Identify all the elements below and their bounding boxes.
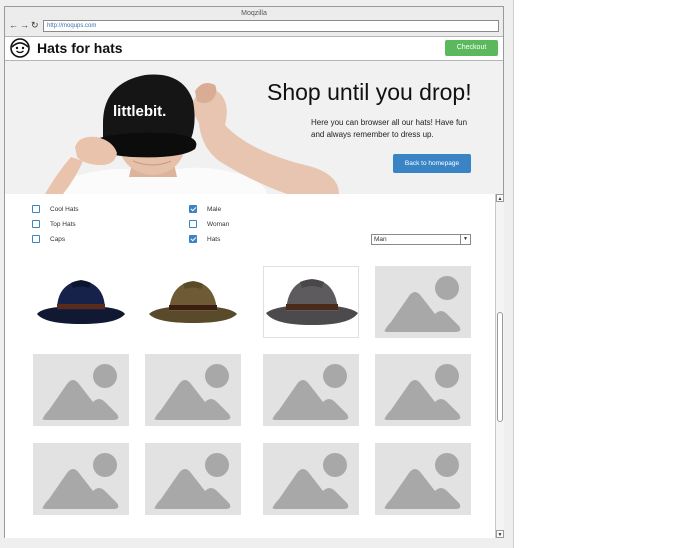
- scroll-up-icon[interactable]: ▲: [496, 194, 504, 202]
- image-placeholder-icon: [384, 453, 461, 509]
- chevron-down-icon[interactable]: ▼: [460, 235, 470, 244]
- image-placeholder-icon: [42, 453, 119, 509]
- gray-fedora-image: [266, 279, 358, 325]
- filter-label: Male: [207, 206, 222, 213]
- filter-label: Caps: [50, 236, 66, 243]
- product-tile-placeholder[interactable]: [375, 443, 471, 515]
- image-placeholder-icon: [154, 453, 231, 509]
- product-area: Cool Hats Top Hats Caps Male Woman Hats: [5, 194, 503, 538]
- product-tile-placeholder[interactable]: [263, 354, 359, 426]
- image-placeholder-icon: [42, 364, 119, 420]
- back-to-homepage-button[interactable]: Back to homepage: [393, 154, 471, 173]
- product-tile-placeholder[interactable]: [145, 354, 241, 426]
- hero-banner: littlebit. Shop until you drop! Here you…: [5, 61, 503, 194]
- image-placeholder-icon: [272, 453, 349, 509]
- app-frame: Moqzilla ← → ↻ http://moqups.com Hats fo…: [0, 0, 514, 548]
- image-placeholder-icon: [384, 364, 461, 420]
- product-tile-gray-fedora[interactable]: [263, 266, 359, 338]
- product-tile-placeholder[interactable]: [33, 354, 129, 426]
- vertical-scrollbar[interactable]: ▲ ▼: [495, 194, 504, 538]
- site-header: Hats for hats Checkout: [5, 37, 503, 61]
- select-value: Man: [374, 236, 387, 243]
- scroll-down-icon[interactable]: ▼: [496, 530, 504, 538]
- forward-arrow-icon[interactable]: →: [20, 20, 29, 30]
- filter-label: Woman: [207, 221, 230, 228]
- product-tile-placeholder[interactable]: [33, 443, 129, 515]
- face-icon[interactable]: [10, 38, 30, 58]
- browser-window: Moqzilla ← → ↻ http://moqups.com Hats fo…: [4, 6, 504, 538]
- product-tile-placeholder[interactable]: [145, 443, 241, 515]
- checkbox[interactable]: [32, 220, 40, 228]
- product-tile-brown-fedora[interactable]: [145, 266, 241, 338]
- image-placeholder-icon: [384, 276, 461, 332]
- filter-label: Hats: [207, 236, 221, 243]
- window-title: Moqzilla: [241, 10, 267, 17]
- checkbox-checked[interactable]: [189, 205, 197, 213]
- image-placeholder-icon: [272, 364, 349, 420]
- hero-description: Here you can browser all our hats! Have …: [311, 118, 468, 139]
- brand-title[interactable]: Hats for hats: [37, 40, 123, 56]
- product-tile-placeholder[interactable]: [263, 443, 359, 515]
- url-bar[interactable]: http://moqups.com: [43, 20, 499, 32]
- reload-icon[interactable]: ↻: [31, 20, 39, 30]
- checkbox[interactable]: [32, 235, 40, 243]
- sort-select[interactable]: Man ▼: [371, 234, 471, 245]
- back-arrow-icon[interactable]: ←: [9, 20, 18, 30]
- brown-fedora-image: [149, 281, 237, 323]
- scrollbar-thumb[interactable]: [497, 312, 503, 422]
- navy-fedora-image: [37, 280, 125, 324]
- filter-label: Top Hats: [50, 221, 76, 228]
- hero-title: Shop until you drop!: [267, 79, 472, 105]
- checkbox[interactable]: [189, 220, 197, 228]
- cap-logo-text: littlebit.: [113, 103, 166, 120]
- filter-label: Cool Hats: [50, 206, 79, 213]
- title-bar: Moqzilla ← → ↻ http://moqups.com: [5, 7, 503, 37]
- product-tile-placeholder[interactable]: [375, 266, 471, 338]
- product-tile-placeholder[interactable]: [375, 354, 471, 426]
- image-placeholder-icon: [154, 364, 231, 420]
- checkout-button[interactable]: Checkout: [445, 40, 498, 56]
- product-tile-navy-fedora[interactable]: [33, 266, 129, 338]
- checkbox[interactable]: [32, 205, 40, 213]
- checkbox-checked[interactable]: [189, 235, 197, 243]
